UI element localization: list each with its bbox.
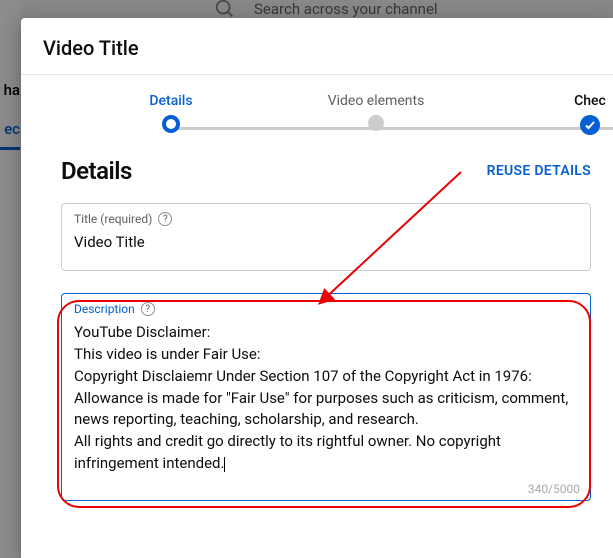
step-video-elements[interactable]: Video elements <box>321 93 431 131</box>
help-icon[interactable]: ? <box>158 212 172 226</box>
step-details-label: Details <box>141 93 201 109</box>
dialog-content: Details REUSE DETAILS Title (required) ?… <box>21 137 613 558</box>
text-caret <box>224 457 225 472</box>
step-checks-dot <box>580 115 600 135</box>
upload-dialog: Video Title Details Video elements Chec … <box>21 18 613 558</box>
description-counter: 340/5000 <box>528 482 580 496</box>
title-field[interactable]: Title (required) ? Video Title <box>61 203 591 271</box>
check-icon <box>584 119 596 131</box>
stepper: Details Video elements Chec <box>21 75 613 137</box>
description-field-label-row: Description ? <box>74 302 578 316</box>
description-field[interactable]: Description ? YouTube Disclaimer: This v… <box>61 293 591 501</box>
step-details-dot <box>162 115 180 133</box>
step-details[interactable]: Details <box>141 93 201 133</box>
description-text-content: YouTube Disclaimer: This video is under … <box>74 323 572 472</box>
details-heading: Details <box>61 157 132 185</box>
step-video-elements-label: Video elements <box>321 93 431 109</box>
step-checks-label: Chec <box>567 93 613 109</box>
description-field-label: Description <box>74 302 135 316</box>
title-input[interactable]: Video Title <box>74 232 578 252</box>
step-video-elements-dot <box>368 115 384 131</box>
title-field-label: Title (required) <box>74 212 152 226</box>
details-section-header: Details REUSE DETAILS <box>61 157 591 185</box>
description-textarea[interactable]: YouTube Disclaimer: This video is under … <box>74 322 578 482</box>
title-field-label-row: Title (required) ? <box>74 212 578 226</box>
step-checks[interactable]: Chec <box>567 93 613 135</box>
help-icon[interactable]: ? <box>141 302 155 316</box>
dialog-title: Video Title <box>21 18 613 75</box>
reuse-details-button[interactable]: REUSE DETAILS <box>487 163 591 179</box>
